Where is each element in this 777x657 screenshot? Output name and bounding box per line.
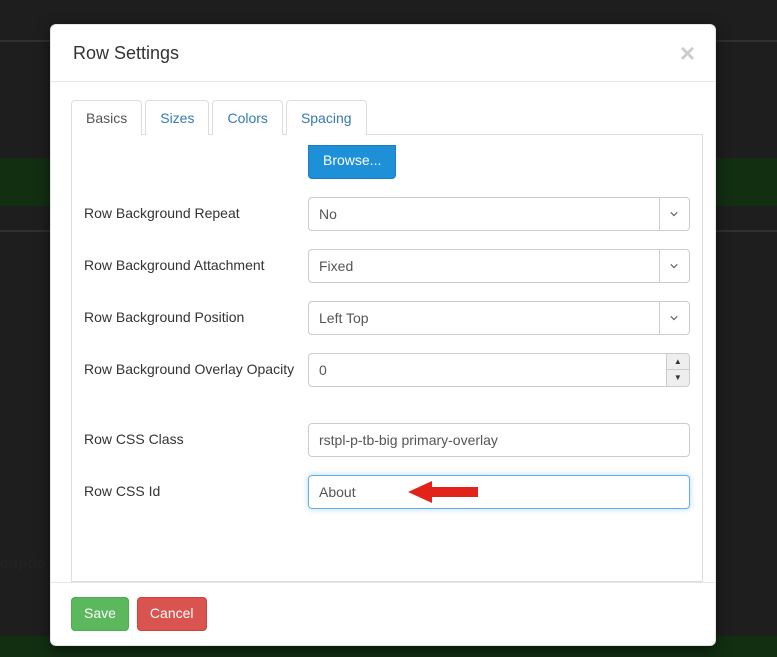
spinner-overlay-opacity-input[interactable] <box>308 353 666 387</box>
tab-sizes[interactable]: Sizes <box>145 100 209 135</box>
spinner-overlay-opacity[interactable]: ▲ ▼ <box>308 353 690 387</box>
save-button[interactable]: Save <box>71 597 129 631</box>
label-bg-position: Row Background Position <box>84 301 308 327</box>
select-bg-repeat-toggle[interactable] <box>659 197 690 231</box>
select-bg-attachment-input[interactable] <box>308 249 659 283</box>
select-bg-position[interactable] <box>308 301 690 335</box>
cancel-button[interactable]: Cancel <box>137 597 207 631</box>
modal-footer: Save Cancel <box>51 582 715 645</box>
modal-title: Row Settings <box>73 43 179 64</box>
select-bg-attachment[interactable] <box>308 249 690 283</box>
tab-colors[interactable]: Colors <box>212 100 282 135</box>
browse-button[interactable]: Browse... <box>308 145 396 179</box>
modal-header: Row Settings × <box>51 25 715 82</box>
select-bg-attachment-toggle[interactable] <box>659 249 690 283</box>
label-browse <box>84 145 308 152</box>
close-icon: × <box>680 38 695 68</box>
tab-basics[interactable]: Basics <box>71 100 142 135</box>
select-bg-position-toggle[interactable] <box>659 301 690 335</box>
select-bg-repeat[interactable] <box>308 197 690 231</box>
label-bg-attachment: Row Background Attachment <box>84 249 308 275</box>
label-bg-repeat: Row Background Repeat <box>84 197 308 223</box>
label-css-class: Row CSS Class <box>84 423 308 449</box>
label-css-id: Row CSS Id <box>84 475 308 501</box>
spinner-down-button[interactable]: ▼ <box>667 370 689 386</box>
spinner-up-button[interactable]: ▲ <box>667 354 689 371</box>
row-settings-modal: Row Settings × Basics Sizes Colors Spaci… <box>50 24 716 646</box>
select-bg-repeat-input[interactable] <box>308 197 659 231</box>
close-button[interactable]: × <box>680 40 695 66</box>
tab-bar: Basics Sizes Colors Spacing <box>71 100 703 135</box>
tab-pane-basics[interactable]: Browse... Row Background Repeat <box>72 135 702 581</box>
background-cropped-text: criptio <box>0 555 46 572</box>
modal-body: Basics Sizes Colors Spacing Browse... <box>51 82 715 582</box>
tab-spacing[interactable]: Spacing <box>286 100 367 135</box>
caret-down-icon <box>670 262 678 270</box>
label-overlay-opacity: Row Background Overlay Opacity <box>84 353 308 379</box>
tab-content-container: Browse... Row Background Repeat <box>71 134 703 582</box>
spinner-buttons: ▲ ▼ <box>666 353 690 387</box>
input-css-class[interactable] <box>308 423 690 457</box>
select-bg-position-input[interactable] <box>308 301 659 335</box>
input-css-id[interactable] <box>308 475 690 509</box>
caret-down-icon <box>670 314 678 322</box>
caret-down-icon <box>670 210 678 218</box>
